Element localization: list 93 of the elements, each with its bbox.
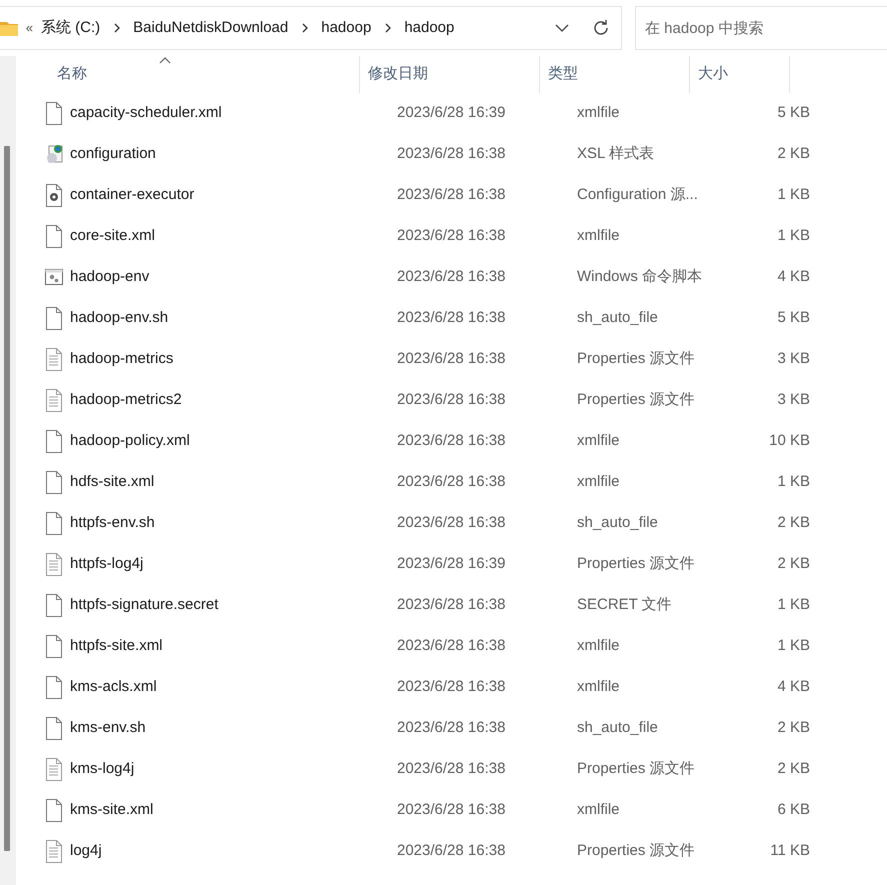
file-name[interactable]: kms-log4j <box>70 758 389 781</box>
file-size: 4 KB <box>776 267 810 288</box>
modified-date: 2023/6/28 16:38 <box>396 390 506 410</box>
modified-date: 2023/6/28 16:38 <box>396 267 506 288</box>
file-type: sh_auto_file <box>576 513 659 534</box>
chevron-down-icon[interactable] <box>554 23 568 33</box>
file-name[interactable]: hadoop-env <box>70 266 389 289</box>
file-size: 2 KB <box>776 554 810 574</box>
file-name[interactable]: core-site.xml <box>70 225 389 248</box>
file-name[interactable]: kms-env.sh <box>70 717 389 740</box>
modified-date: 2023/6/28 16:38 <box>396 800 506 820</box>
modified-date: 2023/6/28 16:38 <box>396 226 506 246</box>
file-name[interactable]: hadoop-metrics2 <box>70 389 389 412</box>
modified-date: 2023/6/28 16:38 <box>396 144 506 164</box>
file-size: 3 KB <box>776 349 810 370</box>
modified-date: 2023/6/28 16:38 <box>396 841 506 862</box>
search-field[interactable]: 在 hadoop 中搜索 <box>635 6 887 50</box>
modified-date: 2023/6/28 16:38 <box>396 759 506 780</box>
file-name[interactable]: kms-acls.xml <box>70 676 389 699</box>
modified-date: 2023/6/28 16:38 <box>396 677 506 698</box>
column-header[interactable]: 大小 <box>690 56 790 93</box>
overflow-glyph[interactable]: « <box>22 18 37 38</box>
file-name[interactable]: hadoop-policy.xml <box>70 430 389 453</box>
file-name[interactable]: httpfs-signature.secret <box>70 594 389 617</box>
modified-date: 2023/6/28 16:39 <box>396 554 506 574</box>
chevron-right-icon <box>300 22 310 34</box>
modified-date: 2023/6/28 16:38 <box>396 349 506 370</box>
folder-icon <box>0 20 18 36</box>
breadcrumb-link[interactable]: hadoop <box>400 16 458 40</box>
file-type: XSL 样式表 <box>576 144 655 164</box>
column-header[interactable]: 修改日期 <box>360 56 540 93</box>
file-type: xmlfile <box>576 431 621 452</box>
chevron-right-icon <box>382 22 393 34</box>
file-size: 2 KB <box>776 759 810 780</box>
file-size: 4 KB <box>776 677 810 698</box>
file-size: 1 KB <box>776 226 810 246</box>
modified-date: 2023/6/28 16:38 <box>396 718 506 738</box>
file-size: 1 KB <box>776 185 810 206</box>
file-type: Windows 命令脚本 <box>576 267 704 288</box>
file-size: 2 KB <box>776 513 810 534</box>
file-size: 1 KB <box>776 472 810 492</box>
file-type: Properties 源文件 <box>576 554 696 574</box>
file-size: 2 KB <box>776 718 810 738</box>
file-type: xmlfile <box>576 636 621 656</box>
file-type: Properties 源文件 <box>576 759 696 780</box>
breadcrumb-link[interactable]: 系统 (C:) <box>36 16 104 40</box>
scrollbar-thumb[interactable] <box>4 146 10 851</box>
file-name[interactable]: container-executor <box>70 184 389 207</box>
file-type: SECRET 文件 <box>576 595 673 616</box>
file-type: xmlfile <box>576 677 621 698</box>
file-type: Properties 源文件 <box>576 390 696 410</box>
file-type: sh_auto_file <box>576 308 659 328</box>
file-name[interactable]: httpfs-env.sh <box>70 512 389 535</box>
file-type: xmlfile <box>576 472 621 492</box>
file-name[interactable]: log4j <box>70 840 389 863</box>
modified-date: 2023/6/28 16:38 <box>396 431 506 452</box>
breadcrumb-link[interactable]: hadoop <box>317 16 376 40</box>
file-type: xmlfile <box>576 103 621 124</box>
column-header[interactable]: 名称 <box>16 56 360 93</box>
file-size: 1 KB <box>776 636 810 656</box>
file-name[interactable]: configuration <box>70 143 389 166</box>
file-size: 10 KB <box>768 431 810 452</box>
breadcrumb-link[interactable]: BaiduNetdiskDownload <box>129 16 292 40</box>
modified-date: 2023/6/28 16:39 <box>396 103 506 124</box>
modified-date: 2023/6/28 16:38 <box>396 636 506 656</box>
file-size: 11 KB <box>769 841 810 862</box>
file-size: 3 KB <box>776 390 810 410</box>
refresh-icon[interactable] <box>592 19 610 37</box>
file-name[interactable]: capacity-scheduler.xml <box>70 102 389 125</box>
file-name[interactable]: httpfs-log4j <box>70 553 389 576</box>
modified-date: 2023/6/28 16:38 <box>396 308 506 328</box>
file-type: Properties 源文件 <box>576 841 696 862</box>
modified-date: 2023/6/28 16:38 <box>396 472 506 492</box>
modified-date: 2023/6/28 16:38 <box>396 595 506 616</box>
file-type: xmlfile <box>576 226 621 246</box>
file-size: 5 KB <box>776 103 810 124</box>
file-name[interactable]: kms-site.xml <box>70 799 389 822</box>
file-name[interactable]: hadoop-env.sh <box>70 307 389 330</box>
file-size: 1 KB <box>776 595 810 616</box>
chevron-right-icon <box>112 22 122 34</box>
file-size: 2 KB <box>776 144 810 164</box>
column-header[interactable]: 类型 <box>540 56 690 93</box>
file-name[interactable]: hdfs-site.xml <box>70 471 389 494</box>
file-type: Properties 源文件 <box>576 349 696 370</box>
modified-date: 2023/6/28 16:38 <box>396 513 506 534</box>
file-type: sh_auto_file <box>576 718 659 738</box>
file-size: 5 KB <box>776 308 810 328</box>
modified-date: 2023/6/28 16:38 <box>396 185 506 206</box>
file-size: 6 KB <box>776 800 810 820</box>
file-name[interactable]: hadoop-metrics <box>70 348 389 371</box>
file-type: Configuration 源... <box>576 185 699 206</box>
file-type: xmlfile <box>576 800 621 820</box>
file-name[interactable]: httpfs-site.xml <box>70 635 389 658</box>
